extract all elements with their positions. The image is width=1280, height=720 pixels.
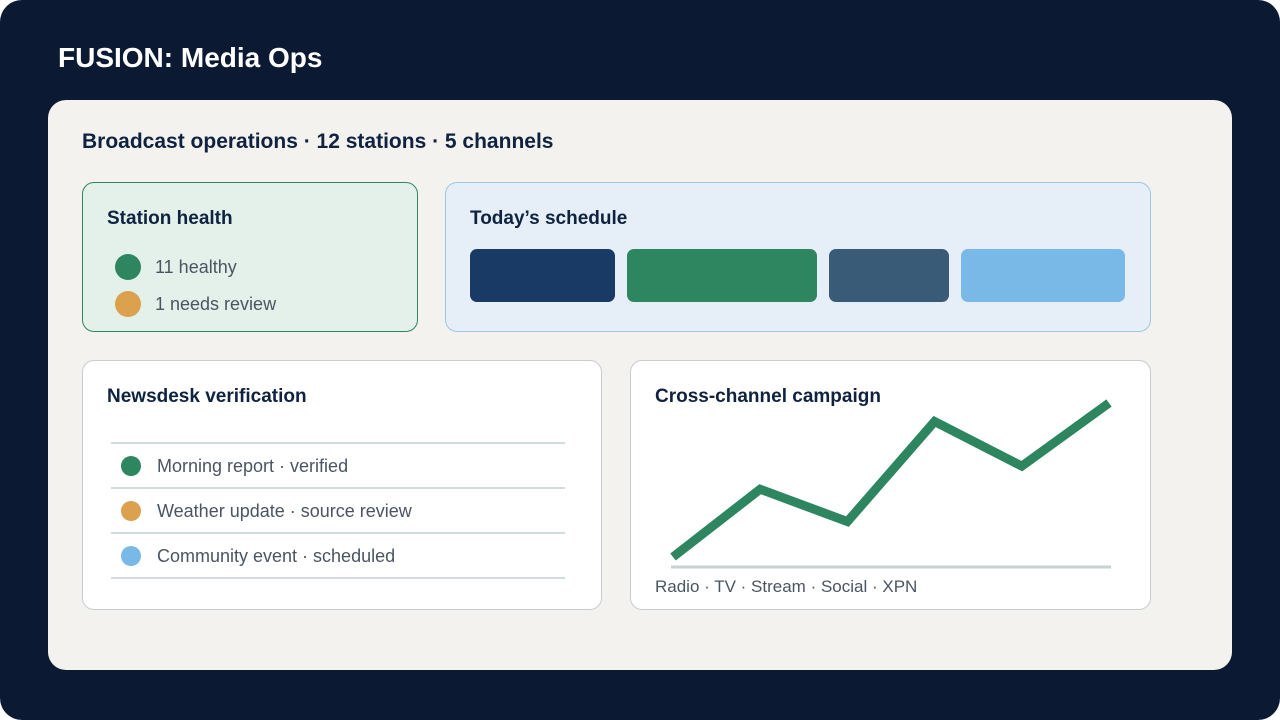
review-status-dot-icon (121, 500, 141, 521)
newsdesk-verification-card[interactable]: Newsdesk verification Morning report · v… (82, 360, 602, 610)
newsdesk-list: Morning report · verified Weather update… (111, 442, 565, 579)
list-item[interactable]: Weather update · source review (111, 489, 565, 534)
news-item-label: Morning report · verified (157, 455, 349, 476)
campaign-card[interactable]: Cross-channel campaign Radio · TV · Stre… (630, 360, 1151, 610)
health-item-needs-review: 1 needs review (115, 291, 276, 317)
station-health-title: Station health (107, 208, 233, 229)
dashboard-canvas: Broadcast operations · 12 stations · 5 c… (48, 100, 1232, 670)
campaign-trend-chart (670, 399, 1112, 569)
verified-status-dot-icon (121, 455, 141, 476)
list-item[interactable]: Morning report · verified (111, 444, 565, 489)
campaign-trend-line (670, 399, 1112, 561)
health-item-healthy: 11 healthy (115, 254, 237, 280)
campaign-channel-labels: Radio · TV · Stream · Social · XPN (655, 577, 918, 596)
station-health-card[interactable]: Station health 11 healthy 1 needs review (82, 182, 418, 332)
operations-summary: Broadcast operations · 12 stations · 5 c… (82, 130, 554, 153)
schedule-title: Today’s schedule (470, 208, 628, 229)
schedule-slot[interactable] (627, 249, 817, 302)
list-item[interactable]: Community event · scheduled (111, 534, 565, 579)
scheduled-status-dot-icon (121, 545, 141, 566)
schedule-slot[interactable] (961, 249, 1125, 302)
healthy-status-dot-icon (115, 254, 141, 280)
health-item-label: 1 needs review (155, 294, 277, 314)
app-window: FUSION: Media Ops Broadcast operations ·… (0, 0, 1280, 720)
review-status-dot-icon (115, 291, 141, 317)
schedule-slot[interactable] (470, 249, 615, 302)
schedule-slot[interactable] (829, 249, 949, 302)
news-item-label: Community event · scheduled (157, 545, 396, 566)
health-item-label: 11 healthy (155, 257, 237, 277)
news-item-label: Weather update · source review (157, 500, 412, 521)
newsdesk-title: Newsdesk verification (107, 386, 307, 407)
schedule-card[interactable]: Today’s schedule (445, 182, 1151, 332)
app-title: FUSION: Media Ops (58, 42, 323, 73)
